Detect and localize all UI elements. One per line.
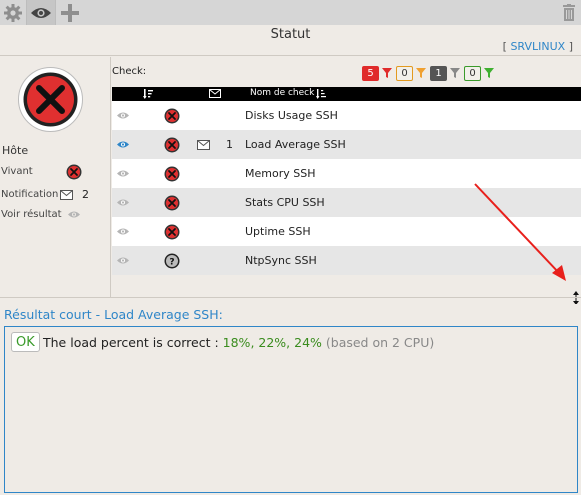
filter-count-0[interactable]: 5 bbox=[362, 65, 379, 81]
host-section-title: Hôte bbox=[2, 144, 29, 157]
mail-icon bbox=[209, 89, 221, 98]
table-row[interactable]: Disks Usage SSH bbox=[112, 101, 581, 130]
critical-x-icon bbox=[164, 217, 180, 246]
result-box: OK The load percent is correct : 18%, 22… bbox=[4, 326, 578, 493]
check-label: Check: bbox=[112, 66, 147, 77]
delete-button[interactable] bbox=[556, 0, 581, 25]
critical-x-icon bbox=[164, 130, 180, 159]
notification-count: 1 bbox=[226, 138, 233, 151]
result-note: (based on 2 CPU) bbox=[321, 335, 435, 350]
eye-icon bbox=[31, 7, 51, 18]
table-row[interactable]: 1 Load Average SSH bbox=[112, 130, 581, 159]
result-values: 18%, 22%, 24% bbox=[222, 335, 322, 350]
trash-icon bbox=[562, 4, 575, 21]
status-badge: OK bbox=[11, 332, 40, 352]
page-title: Statut bbox=[270, 27, 311, 42]
check-name[interactable]: Load Average SSH bbox=[245, 130, 346, 159]
add-button[interactable] bbox=[56, 0, 84, 25]
check-name[interactable]: Memory SSH bbox=[245, 159, 315, 188]
critical-x-icon bbox=[164, 159, 180, 188]
eye-icon[interactable] bbox=[116, 101, 130, 130]
eye-icon[interactable] bbox=[116, 188, 130, 217]
gear-icon bbox=[4, 3, 22, 22]
panel-splitter[interactable] bbox=[0, 297, 581, 298]
eye-icon[interactable] bbox=[67, 210, 81, 219]
mail-icon bbox=[197, 130, 210, 159]
eye-icon[interactable] bbox=[116, 159, 130, 188]
status-header: Statut [ SRVLINUX ] bbox=[0, 25, 581, 56]
host-link[interactable]: [ SRVLINUX ] bbox=[503, 40, 573, 53]
eye-icon[interactable] bbox=[116, 217, 130, 246]
filter-count-1[interactable]: 0 bbox=[396, 65, 413, 81]
host-name[interactable]: SRVLINUX bbox=[510, 40, 565, 53]
result-text: The load percent is correct : 18%, 22%, … bbox=[43, 335, 435, 350]
check-name[interactable]: Stats CPU SSH bbox=[245, 188, 325, 217]
check-name[interactable]: Uptime SSH bbox=[245, 217, 311, 246]
sort-alpha-icon[interactable] bbox=[316, 89, 326, 99]
host-view-result-label: Voir résultat bbox=[1, 209, 62, 220]
check-name[interactable]: NtpSync SSH bbox=[245, 246, 317, 275]
svg-text:?: ? bbox=[169, 257, 174, 267]
view-button[interactable] bbox=[27, 0, 55, 25]
eye-icon[interactable] bbox=[116, 246, 130, 275]
plus-icon bbox=[61, 3, 79, 22]
table-header: Nom de check bbox=[112, 87, 581, 101]
filter-count-2[interactable]: 1 bbox=[430, 65, 447, 81]
sort-desc-icon[interactable] bbox=[143, 89, 153, 99]
status-filters: 5 0 1 0 bbox=[362, 65, 498, 81]
eye-icon[interactable] bbox=[116, 130, 130, 159]
unknown-question-icon: ? bbox=[164, 246, 180, 275]
critical-x-icon bbox=[164, 188, 180, 217]
filter-funnel-icon[interactable] bbox=[416, 68, 426, 78]
host-notification-count: 2 bbox=[82, 188, 89, 201]
column-check-name[interactable]: Nom de check bbox=[250, 88, 314, 98]
critical-x-icon bbox=[18, 67, 83, 132]
host-notification-label: Notification bbox=[1, 189, 59, 200]
filter-funnel-icon[interactable] bbox=[450, 68, 460, 78]
toolbar bbox=[0, 0, 581, 25]
filter-funnel-icon[interactable] bbox=[382, 68, 392, 78]
critical-x-icon bbox=[66, 164, 82, 180]
critical-x-icon bbox=[164, 101, 180, 130]
host-panel: Hôte Vivant Notification 2 Voir résultat bbox=[0, 57, 111, 297]
annotation-arrow bbox=[474, 183, 579, 304]
host-alive-label: Vivant bbox=[1, 166, 33, 177]
check-name[interactable]: Disks Usage SSH bbox=[245, 101, 338, 130]
settings-button[interactable] bbox=[0, 0, 26, 25]
filter-funnel-icon[interactable] bbox=[484, 68, 494, 78]
mail-icon bbox=[60, 190, 73, 200]
result-title: Résultat court - Load Average SSH: bbox=[4, 307, 223, 322]
filter-count-3[interactable]: 0 bbox=[464, 65, 481, 81]
